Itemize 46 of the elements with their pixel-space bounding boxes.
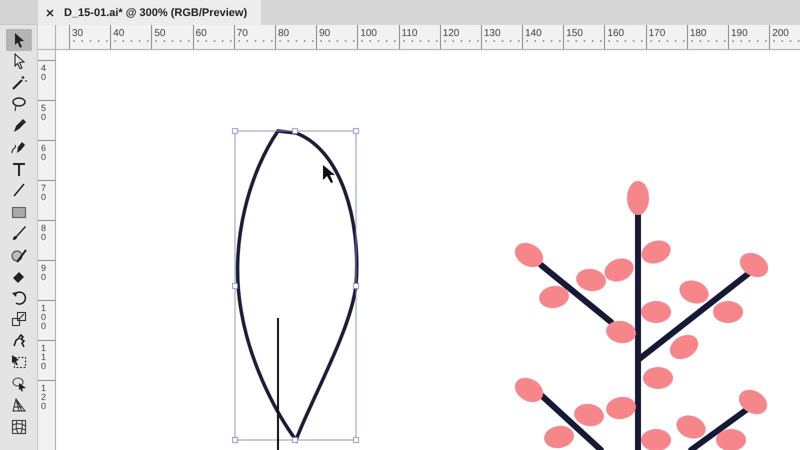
ruler-label: 40 [113,28,124,39]
ruler-label: 110 [402,28,418,39]
rotate-icon [10,290,26,306]
document-tab[interactable]: D_15-01.ai* @ 300% (RGB/Preview) [38,0,262,25]
mesh-icon [10,418,26,435]
ruler-label: 140 [525,28,542,39]
close-icon[interactable] [46,8,54,16]
puppet-warp-icon [10,332,26,349]
ruler-label: 60 [196,28,207,39]
ruler-label: 90 [41,264,48,282]
ruler-label: 30 [72,28,84,39]
shape-builder-icon [10,376,26,392]
ruler-label: 50 [154,28,166,39]
document-title: D_15-01.ai* @ 300% (RGB/Preview) [64,6,248,18]
cursor-icon [323,165,335,183]
ruler-label: 80 [41,224,48,242]
tool-button[interactable] [6,29,32,50]
lasso-icon [10,96,26,112]
perspective-grid-icon [10,397,26,414]
ruler-label: 60 [41,144,48,162]
ruler-label: 160 [607,28,624,39]
ruler-label: 190 [731,28,748,39]
ruler-label: 130 [484,28,501,39]
ruler-label: 170 [648,28,666,39]
ruler-label: 150 [566,28,583,39]
ruler-label: 200 [772,28,789,39]
line-tool-icon [10,182,26,198]
ruler-label: 50 [41,104,48,122]
ruler-label: 70 [41,184,48,202]
type-tool-icon [10,160,26,177]
ruler-label: 70 [236,28,248,39]
shaper-icon [10,246,26,263]
ruler-label: 40 [41,64,48,82]
brush-icon [10,225,26,242]
magic-wand-icon [10,74,26,91]
ruler-label: 110 [41,344,48,371]
ruler-label: 80 [278,28,290,39]
ruler-label: 100 [360,28,377,39]
ruler-label: 100 [41,304,48,331]
curvature-pen-icon [10,139,26,156]
ruler-label: 90 [319,28,330,39]
scale-icon [10,311,26,328]
ruler-label: 180 [690,28,706,39]
free-transform-icon [10,354,26,370]
ruler-label: 120 [41,384,48,411]
ruler-label: 120 [442,28,460,39]
